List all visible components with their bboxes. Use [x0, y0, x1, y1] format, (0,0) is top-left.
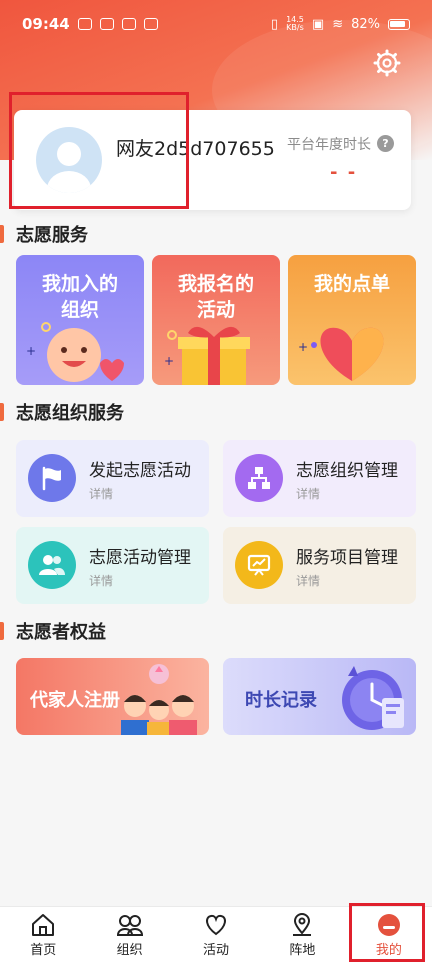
tab-position[interactable]: 阵地 [259, 907, 345, 964]
svg-text:+: + [164, 354, 174, 368]
highlight-box-profile [9, 92, 189, 209]
tab-label: 阵地 [289, 943, 316, 958]
section-title-volunteer-service: 志愿服务 [0, 222, 88, 246]
home-icon [32, 914, 55, 936]
flag-icon [42, 466, 61, 491]
smiley-face-icon: + [26, 322, 124, 382]
service-card-my-activities[interactable]: 我报名的 活动 + [152, 255, 280, 385]
year-hours-value: - - [330, 162, 358, 183]
battery-percent: 82% [351, 16, 380, 32]
section-title-volunteer-org-service: 志愿组织服务 [0, 400, 124, 424]
location-icon [293, 913, 312, 936]
people-icon [39, 555, 65, 575]
group-icon [116, 915, 143, 936]
highlight-box-mine-tab [349, 903, 425, 962]
benefit-label: 代家人注册 [30, 690, 120, 711]
tab-home[interactable]: 首页 [0, 907, 86, 964]
service-card-my-organizations[interactable]: 我加入的 组织 + [16, 255, 144, 385]
heart-icon [206, 914, 226, 936]
vibrate-icon: ▯ [270, 16, 279, 32]
status-bar: 09:44 ▯ 14.5 KB/s ▣ ≋ 82% [0, 0, 432, 48]
org-service-title: 发起志愿活动 [89, 461, 191, 481]
benefit-register-family[interactable]: 代家人注册 [16, 658, 209, 735]
org-service-project-management[interactable]: 服务项目管理 详情 [223, 527, 416, 604]
tab-activity[interactable]: 活动 [173, 907, 259, 964]
heart-icon: + [298, 327, 384, 381]
benefit-label: 时长记录 [245, 690, 317, 711]
org-service-org-management[interactable]: 志愿组织管理 详情 [223, 440, 416, 517]
wifi-icon: ≋ [332, 16, 344, 32]
org-service-launch-activity[interactable]: 发起志愿活动 详情 [16, 440, 209, 517]
org-service-title: 志愿活动管理 [89, 548, 191, 568]
benefit-hours-record[interactable]: 时长记录 [223, 658, 416, 735]
tab-organization[interactable]: 组织 [86, 907, 172, 964]
net-speed: 14.5 KB/s [286, 15, 304, 32]
family-illustration-icon [121, 664, 197, 735]
gear-icon [373, 49, 401, 77]
org-chart-icon [248, 467, 270, 489]
org-service-title: 志愿组织管理 [296, 461, 398, 481]
presentation-icon [247, 554, 271, 576]
tab-label: 首页 [30, 943, 57, 958]
battery-icon [388, 18, 410, 30]
org-service-title: 服务项目管理 [296, 548, 398, 568]
help-icon[interactable]: ? [377, 135, 394, 152]
year-hours-label: 平台年度时长 [287, 137, 371, 153]
settings-button[interactable] [370, 46, 404, 80]
messenger-icon [143, 18, 158, 30]
tab-label: 组织 [116, 943, 143, 958]
service-card-my-orders[interactable]: 我的点单 + [288, 255, 416, 385]
status-time: 09:44 [22, 15, 70, 33]
tab-label: 活动 [203, 943, 230, 958]
tiktok-icon [121, 18, 136, 30]
app-notification-icon [99, 18, 114, 30]
org-service-detail: 详情 [296, 574, 321, 588]
notification-icon [77, 18, 92, 30]
sim-icon: ▣ [311, 16, 325, 32]
gift-box-icon: + [164, 326, 250, 385]
section-title-volunteer-rights: 志愿者权益 [0, 619, 106, 643]
service-card-label: 我的点单 [313, 273, 390, 295]
svg-text:+: + [298, 340, 308, 354]
org-service-detail: 详情 [89, 487, 114, 501]
org-service-detail: 详情 [296, 487, 321, 501]
org-service-activity-management[interactable]: 志愿活动管理 详情 [16, 527, 209, 604]
org-service-detail: 详情 [89, 574, 114, 588]
clock-illustration-icon [342, 666, 404, 730]
svg-text:+: + [26, 344, 36, 358]
